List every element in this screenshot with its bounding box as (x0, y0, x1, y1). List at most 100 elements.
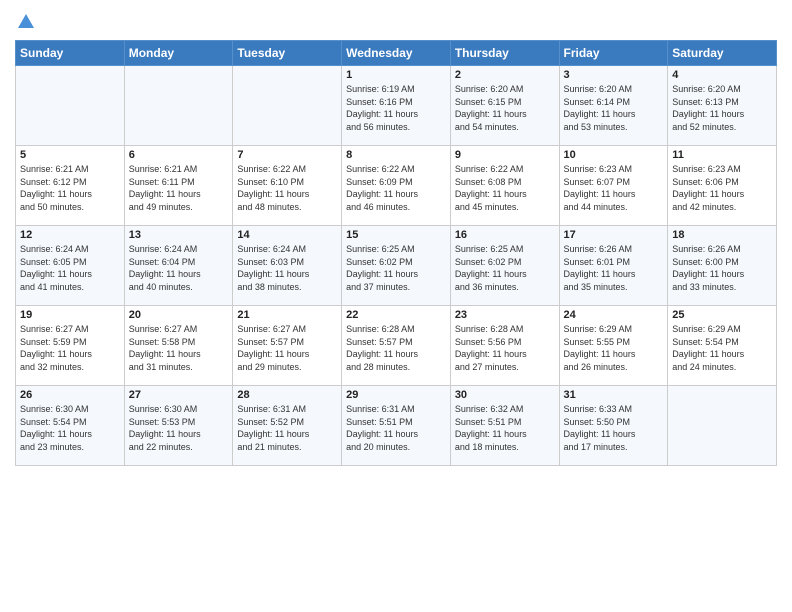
day-info: Sunrise: 6:31 AM Sunset: 5:52 PM Dayligh… (237, 403, 337, 453)
day-cell: 16 Sunrise: 6:25 AM Sunset: 6:02 PM Dayli… (450, 226, 559, 306)
day-cell (124, 66, 233, 146)
day-number: 9 (455, 149, 555, 161)
day-cell: 21 Sunrise: 6:27 AM Sunset: 5:57 PM Dayli… (233, 306, 342, 386)
week-row-5: 26 Sunrise: 6:30 AM Sunset: 5:54 PM Dayli… (16, 386, 777, 466)
day-info: Sunrise: 6:26 AM Sunset: 6:01 PM Dayligh… (564, 243, 664, 293)
day-info: Sunrise: 6:20 AM Sunset: 6:14 PM Dayligh… (564, 83, 664, 133)
day-number: 28 (237, 389, 337, 401)
day-cell: 7Sunrise: 6:22 AM Sunset: 6:10 PM Daylig… (233, 146, 342, 226)
weekday-header-saturday: Saturday (668, 41, 777, 66)
day-number: 30 (455, 389, 555, 401)
day-info: Sunrise: 6:19 AM Sunset: 6:16 PM Dayligh… (346, 83, 446, 133)
day-cell: 1Sunrise: 6:19 AM Sunset: 6:16 PM Daylig… (342, 66, 451, 146)
day-number: 24 (564, 309, 664, 321)
weekday-header-monday: Monday (124, 41, 233, 66)
day-number: 11 (672, 149, 772, 161)
weekday-header-sunday: Sunday (16, 41, 125, 66)
day-cell: 4 Sunrise: 6:20 AM Sunset: 6:13 PM Daylig… (668, 66, 777, 146)
day-info: Sunrise: 6:25 AM Sunset: 6:02 PM Dayligh… (455, 243, 555, 293)
day-cell: 9 Sunrise: 6:22 AM Sunset: 6:08 PM Daylig… (450, 146, 559, 226)
week-row-2: 5 Sunrise: 6:21 AM Sunset: 6:12 PM Daylig… (16, 146, 777, 226)
day-cell: 22 Sunrise: 6:28 AM Sunset: 5:57 PM Dayli… (342, 306, 451, 386)
day-cell: 6Sunrise: 6:21 AM Sunset: 6:11 PM Daylig… (124, 146, 233, 226)
day-cell: 18 Sunrise: 6:26 AM Sunset: 6:00 PM Dayli… (668, 226, 777, 306)
day-info: Sunrise: 6:20 AM Sunset: 6:13 PM Dayligh… (672, 83, 772, 133)
day-info: Sunrise: 6:27 AM Sunset: 5:59 PM Dayligh… (20, 323, 120, 373)
day-cell: 14 Sunrise: 6:24 AM Sunset: 6:03 PM Dayli… (233, 226, 342, 306)
day-cell: 17 Sunrise: 6:26 AM Sunset: 6:01 PM Dayli… (559, 226, 668, 306)
day-cell: 8 Sunrise: 6:22 AM Sunset: 6:09 PM Daylig… (342, 146, 451, 226)
day-info: Sunrise: 6:28 AM Sunset: 5:57 PM Dayligh… (346, 323, 446, 373)
day-info: Sunrise: 6:23 AM Sunset: 6:06 PM Dayligh… (672, 163, 772, 213)
day-info: Sunrise: 6:25 AM Sunset: 6:02 PM Dayligh… (346, 243, 446, 293)
day-number: 3 (564, 69, 664, 81)
day-info: Sunrise: 6:24 AM Sunset: 6:04 PM Dayligh… (129, 243, 229, 293)
day-info: Sunrise: 6:29 AM Sunset: 5:55 PM Dayligh… (564, 323, 664, 373)
day-number: 20 (129, 309, 229, 321)
day-number: 22 (346, 309, 446, 321)
day-info: Sunrise: 6:29 AM Sunset: 5:54 PM Dayligh… (672, 323, 772, 373)
day-cell: 29Sunrise: 6:31 AM Sunset: 5:51 PM Dayli… (342, 386, 451, 466)
day-info: Sunrise: 6:22 AM Sunset: 6:09 PM Dayligh… (346, 163, 446, 213)
day-number: 31 (564, 389, 664, 401)
day-number: 8 (346, 149, 446, 161)
day-number: 16 (455, 229, 555, 241)
week-row-3: 12Sunrise: 6:24 AM Sunset: 6:05 PM Dayli… (16, 226, 777, 306)
day-number: 5 (20, 149, 120, 161)
weekday-header-row: SundayMondayTuesdayWednesdayThursdayFrid… (16, 41, 777, 66)
day-cell: 3 Sunrise: 6:20 AM Sunset: 6:14 PM Daylig… (559, 66, 668, 146)
day-cell: 23 Sunrise: 6:28 AM Sunset: 5:56 PM Dayli… (450, 306, 559, 386)
weekday-header-tuesday: Tuesday (233, 41, 342, 66)
day-info: Sunrise: 6:22 AM Sunset: 6:08 PM Dayligh… (455, 163, 555, 213)
day-number: 25 (672, 309, 772, 321)
day-cell: 19Sunrise: 6:27 AM Sunset: 5:59 PM Dayli… (16, 306, 125, 386)
day-info: Sunrise: 6:24 AM Sunset: 6:05 PM Dayligh… (20, 243, 120, 293)
weekday-header-friday: Friday (559, 41, 668, 66)
day-cell: 12Sunrise: 6:24 AM Sunset: 6:05 PM Dayli… (16, 226, 125, 306)
day-info: Sunrise: 6:33 AM Sunset: 5:50 PM Dayligh… (564, 403, 664, 453)
day-number: 27 (129, 389, 229, 401)
day-info: Sunrise: 6:21 AM Sunset: 6:11 PM Dayligh… (129, 163, 229, 213)
day-cell: 26 Sunrise: 6:30 AM Sunset: 5:54 PM Dayli… (16, 386, 125, 466)
day-info: Sunrise: 6:27 AM Sunset: 5:57 PM Dayligh… (237, 323, 337, 373)
page-container: SundayMondayTuesdayWednesdayThursdayFrid… (0, 0, 792, 476)
day-info: Sunrise: 6:30 AM Sunset: 5:53 PM Dayligh… (129, 403, 229, 453)
day-number: 29 (346, 389, 446, 401)
day-number: 21 (237, 309, 337, 321)
day-number: 2 (455, 69, 555, 81)
day-cell (233, 66, 342, 146)
day-number: 18 (672, 229, 772, 241)
day-cell: 15Sunrise: 6:25 AM Sunset: 6:02 PM Dayli… (342, 226, 451, 306)
day-info: Sunrise: 6:27 AM Sunset: 5:58 PM Dayligh… (129, 323, 229, 373)
day-cell: 13Sunrise: 6:24 AM Sunset: 6:04 PM Dayli… (124, 226, 233, 306)
day-cell (668, 386, 777, 466)
day-number: 26 (20, 389, 120, 401)
day-info: Sunrise: 6:28 AM Sunset: 5:56 PM Dayligh… (455, 323, 555, 373)
day-cell: 31 Sunrise: 6:33 AM Sunset: 5:50 PM Dayli… (559, 386, 668, 466)
day-info: Sunrise: 6:20 AM Sunset: 6:15 PM Dayligh… (455, 83, 555, 133)
day-number: 14 (237, 229, 337, 241)
day-info: Sunrise: 6:24 AM Sunset: 6:03 PM Dayligh… (237, 243, 337, 293)
weekday-header-wednesday: Wednesday (342, 41, 451, 66)
day-number: 23 (455, 309, 555, 321)
day-cell: 20 Sunrise: 6:27 AM Sunset: 5:58 PM Dayli… (124, 306, 233, 386)
day-number: 4 (672, 69, 772, 81)
day-number: 10 (564, 149, 664, 161)
calendar-table: SundayMondayTuesdayWednesdayThursdayFrid… (15, 40, 777, 466)
day-info: Sunrise: 6:22 AM Sunset: 6:10 PM Dayligh… (237, 163, 337, 213)
day-cell: 25 Sunrise: 6:29 AM Sunset: 5:54 PM Dayli… (668, 306, 777, 386)
logo-icon (16, 12, 36, 32)
weekday-header-thursday: Thursday (450, 41, 559, 66)
day-info: Sunrise: 6:30 AM Sunset: 5:54 PM Dayligh… (20, 403, 120, 453)
day-info: Sunrise: 6:26 AM Sunset: 6:00 PM Dayligh… (672, 243, 772, 293)
day-cell (16, 66, 125, 146)
day-cell: 11 Sunrise: 6:23 AM Sunset: 6:06 PM Dayli… (668, 146, 777, 226)
day-cell: 5 Sunrise: 6:21 AM Sunset: 6:12 PM Daylig… (16, 146, 125, 226)
day-info: Sunrise: 6:23 AM Sunset: 6:07 PM Dayligh… (564, 163, 664, 213)
week-row-4: 19Sunrise: 6:27 AM Sunset: 5:59 PM Dayli… (16, 306, 777, 386)
day-info: Sunrise: 6:21 AM Sunset: 6:12 PM Dayligh… (20, 163, 120, 213)
day-info: Sunrise: 6:32 AM Sunset: 5:51 PM Dayligh… (455, 403, 555, 453)
day-cell: 27 Sunrise: 6:30 AM Sunset: 5:53 PM Dayli… (124, 386, 233, 466)
day-number: 17 (564, 229, 664, 241)
logo (15, 14, 36, 32)
